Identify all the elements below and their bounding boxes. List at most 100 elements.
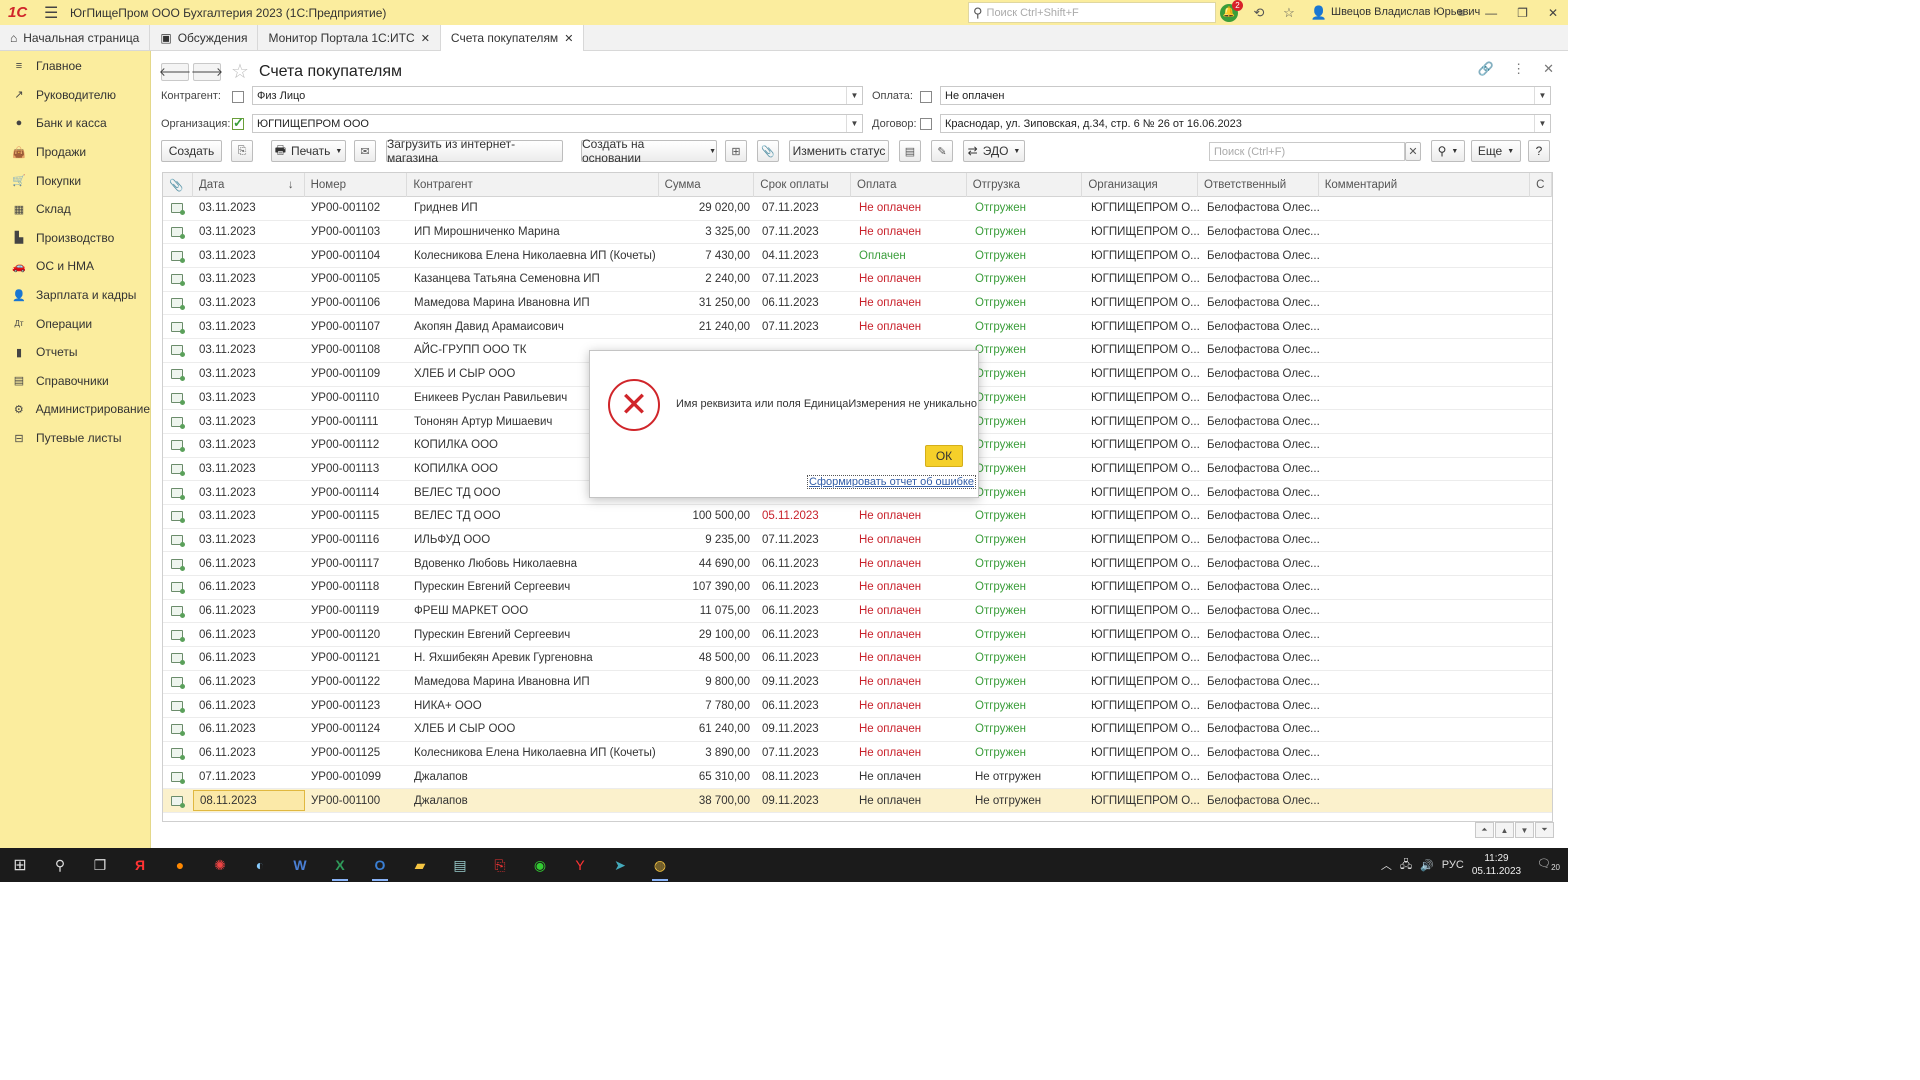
table-row[interactable]: 08.11.2023 УР00-001100 Джалапов 38 700,00 09… <box>163 789 1552 813</box>
error-report-link[interactable]: Сформировать отчет об ошибке <box>807 475 976 489</box>
ok-button[interactable]: ОК <box>925 445 963 467</box>
table-row[interactable]: 03.11.2023 УР00-001116 ИЛЬФУД ООО 9 235,00 0… <box>163 529 1552 553</box>
windows-start-icon[interactable]: ⊞ <box>0 848 40 882</box>
tab-its-monitor[interactable]: Монитор Портала 1С:ИТС ✕ <box>258 25 441 51</box>
clear-search-icon[interactable]: ✕ <box>1405 142 1421 161</box>
outlook-icon[interactable]: O <box>360 848 400 882</box>
whatsapp-icon[interactable]: ◉ <box>520 848 560 882</box>
structure-icon[interactable]: ⊞ <box>725 140 747 162</box>
column-header[interactable]: Сумма <box>659 173 755 197</box>
column-header[interactable]: Срок оплаты <box>754 173 852 197</box>
user-icon[interactable]: 👤 <box>1310 4 1328 22</box>
network-icon[interactable]: 🖧 <box>1400 856 1412 875</box>
scroll-bottom-button[interactable]: ⏷ <box>1535 822 1554 838</box>
restore-icon[interactable]: ❐ <box>1517 6 1528 20</box>
sidebar-item[interactable]: ⊟ Путевые листы <box>0 424 150 453</box>
firefox-icon[interactable]: ● <box>160 848 200 882</box>
history-icon[interactable]: ⟲ <box>1250 4 1268 22</box>
telegram-icon[interactable]: ➤ <box>600 848 640 882</box>
column-header[interactable]: Номер <box>305 173 408 197</box>
word-icon[interactable]: W <box>280 848 320 882</box>
keyboard-language[interactable]: РУС <box>1442 859 1464 871</box>
table-row[interactable]: 06.11.2023 УР00-001120 Пурескин Евгений Се… <box>163 623 1552 648</box>
list-search-input[interactable]: Поиск (Ctrl+F) <box>1209 142 1405 161</box>
table-row[interactable]: 06.11.2023 УР00-001123 НИКА+ ООО 7 780,00 06… <box>163 694 1552 719</box>
favorite-star-icon[interactable]: ☆ <box>231 59 249 84</box>
1c-taskbar-icon[interactable]: ◍ <box>640 848 680 882</box>
organizacia-checkbox[interactable] <box>232 115 244 131</box>
attachment-icon[interactable]: 📎 <box>757 140 779 162</box>
more-vertical-icon[interactable]: ⋮ <box>1512 61 1525 77</box>
forward-button[interactable]: 🡒 <box>191 62 223 81</box>
tab-home[interactable]: ⌂ Начальная страница <box>0 25 151 51</box>
organizacia-field[interactable]: ЮГПИЩЕПРОМ ООО ▼ <box>252 114 863 133</box>
sidebar-item[interactable]: ⚙ Администрирование <box>0 395 150 424</box>
table-row[interactable]: 03.11.2023 УР00-001104 Колесникова Елена Н… <box>163 244 1552 269</box>
kontragent-field[interactable]: Физ Лицо ▼ <box>252 86 863 105</box>
notification-center-icon[interactable]: 🗨20 <box>1537 857 1560 872</box>
more-button[interactable]: Еще ▼ <box>1471 140 1521 162</box>
kontragent-checkbox[interactable] <box>232 91 244 103</box>
change-status-button[interactable]: Изменить статус <box>789 140 889 162</box>
column-header[interactable]: С <box>1530 173 1552 197</box>
scroll-down-button[interactable]: ▼ <box>1515 822 1534 838</box>
table-row[interactable]: 06.11.2023 УР00-001119 ФРЕШ МАРКЕТ ООО 11 0… <box>163 600 1552 624</box>
tab-discussions[interactable]: ▣ Обсуждения <box>150 25 259 51</box>
volume-icon[interactable]: 🔊 <box>1420 859 1434 872</box>
dogovor-field[interactable]: Краснодар, ул. Зиповская, д.34, стр. 6 №… <box>940 114 1551 133</box>
sidebar-item[interactable]: ▦ Склад <box>0 195 150 224</box>
close-form-icon[interactable]: ✕ <box>1543 61 1554 77</box>
global-search-input[interactable]: ⚲ Поиск Ctrl+Shift+F <box>968 2 1216 23</box>
sign-icon[interactable]: ✎ <box>931 140 953 162</box>
settings-lines-icon[interactable]: ≡ <box>1458 6 1465 20</box>
app-icon[interactable]: ◐ <box>240 848 280 882</box>
oplata-checkbox[interactable] <box>920 91 932 103</box>
column-header[interactable]: Дата ↓ <box>193 173 305 197</box>
create-based-on-button[interactable]: Создать на основании ▼ <box>581 137 717 165</box>
table-row[interactable]: 07.11.2023 УР00-001099 Джалапов 65 310,00 08… <box>163 766 1552 790</box>
edo-button[interactable]: ⇄ ЭДО ▼ <box>963 140 1025 162</box>
file-explorer-icon[interactable]: ▰ <box>400 848 440 882</box>
excel-icon[interactable]: X <box>320 848 360 882</box>
yandex-icon[interactable]: Y <box>560 848 600 882</box>
sidebar-item[interactable]: 🚗 ОС и НМА <box>0 252 150 281</box>
sidebar-item[interactable]: ↗ Руководителю <box>0 81 150 110</box>
link-icon[interactable]: 🔗 <box>1478 61 1494 77</box>
table-row[interactable]: 03.11.2023 УР00-001107 Акопян Давид Арамаи… <box>163 315 1552 340</box>
task-view-icon[interactable]: ❐ <box>80 848 120 882</box>
close-tab-icon[interactable]: ✕ <box>564 32 573 45</box>
favorites-star-icon[interactable]: ☆ <box>1280 4 1298 22</box>
pdf-icon[interactable]: ⎘ <box>480 848 520 882</box>
clock[interactable]: 11:29 05.11.2023 <box>1472 852 1521 878</box>
table-row[interactable]: 06.11.2023 УР00-001124 ХЛЕБ И СЫР ООО 61 24… <box>163 718 1552 742</box>
table-row[interactable]: 06.11.2023 УР00-001125 Колесникова Елена Н… <box>163 742 1552 766</box>
back-button[interactable]: 🡐 <box>159 62 191 81</box>
help-button[interactable]: ? <box>1528 140 1550 162</box>
print-button[interactable]: 🖶 Печать ▼ <box>271 140 346 162</box>
notepad-icon[interactable]: ▤ <box>440 848 480 882</box>
table-row[interactable]: 03.11.2023 УР00-001102 Гриднев ИП 29 020,00… <box>163 197 1552 221</box>
column-header[interactable]: Контрагент <box>407 173 659 197</box>
sidebar-item[interactable]: ● Банк и касса <box>0 109 150 138</box>
attachment-column-header[interactable]: 📎 <box>163 173 193 197</box>
sidebar-item[interactable]: 👜 Продажи <box>0 138 150 167</box>
sidebar-item[interactable]: ▤ Справочники <box>0 367 150 396</box>
table-row[interactable]: 06.11.2023 УР00-001122 Мамедова Марина Ива… <box>163 671 1552 695</box>
table-row[interactable]: 06.11.2023 УР00-001121 Н. Яхшибекян Аревик… <box>163 647 1552 671</box>
column-header[interactable]: Отгрузка <box>967 173 1083 197</box>
sidebar-item[interactable]: ▙ Производство <box>0 224 150 253</box>
copy-doc-icon[interactable]: ⎘ <box>231 140 253 162</box>
main-menu-icon[interactable]: ☰ <box>44 3 70 23</box>
create-button[interactable]: Создать <box>161 140 222 162</box>
column-header[interactable]: Комментарий <box>1319 173 1531 197</box>
load-from-shop-button[interactable]: Загрузить из интернет-магазина <box>386 137 563 165</box>
tab-customer-invoices[interactable]: Счета покупателям ✕ <box>440 25 585 51</box>
close-tab-icon[interactable]: ✕ <box>421 32 430 45</box>
sidebar-item[interactable]: ≡ Главное <box>0 52 150 81</box>
table-row[interactable]: 03.11.2023 УР00-001105 Казанцева Татьяна С… <box>163 268 1552 292</box>
sidebar-item[interactable]: Дт Операции <box>0 309 150 338</box>
table-row[interactable]: 03.11.2023 УР00-001103 ИП Мирошниченко Мар… <box>163 221 1552 245</box>
scroll-top-button[interactable]: ⏶ <box>1475 822 1494 838</box>
sidebar-item[interactable]: ▮ Отчеты <box>0 338 150 367</box>
table-row[interactable]: 06.11.2023 УР00-001118 Пурескин Евгений Се… <box>163 576 1552 600</box>
